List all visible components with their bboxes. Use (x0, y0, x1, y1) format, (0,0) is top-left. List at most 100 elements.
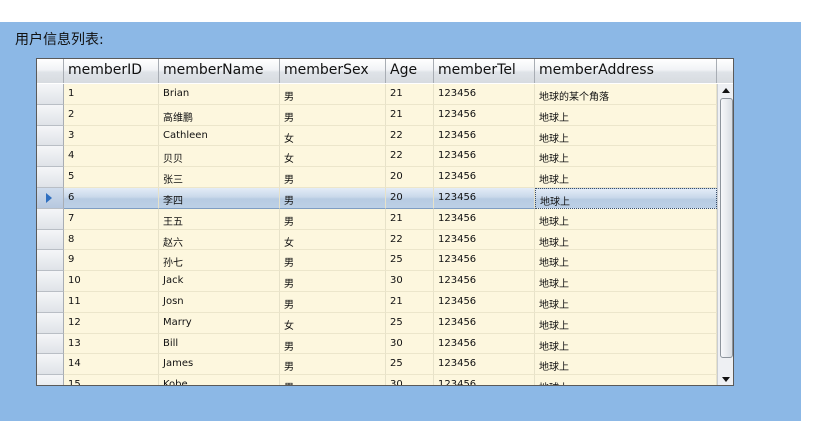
cell-memberid[interactable]: 13 (64, 333, 159, 355)
cell-memberid[interactable]: 12 (64, 312, 159, 334)
cell-membertel[interactable]: 123456 (434, 333, 535, 355)
cell-memberaddress[interactable]: 地球上 (535, 250, 717, 272)
table-row[interactable]: 4 贝贝女 22 123456 地球上 (37, 146, 717, 168)
cell-membername[interactable]: 高维鹏 (159, 104, 280, 126)
cell-age[interactable]: 30 (386, 333, 434, 355)
cell-membersex[interactable]: 女 (280, 312, 386, 334)
row-header[interactable] (37, 271, 64, 292)
table-row[interactable]: 15Kobe男30123456地球上 (37, 375, 717, 385)
cell-memberaddress[interactable]: 地球上 (535, 271, 717, 292)
table-row[interactable]: 6 李四男 20 123456 地球上 (37, 187, 717, 209)
cell-memberaddress[interactable]: 地球上 (535, 312, 717, 334)
row-header[interactable] (37, 333, 64, 355)
row-header[interactable] (37, 250, 64, 272)
cell-memberaddress[interactable]: 地球上 (535, 375, 717, 385)
cell-age[interactable]: 20 (386, 187, 434, 209)
cell-age[interactable]: 30 (386, 271, 434, 292)
cell-age[interactable]: 30 (386, 375, 434, 385)
table-row[interactable]: 3 Cathleen 女 22 123456 地球上 (37, 125, 717, 147)
cell-membertel[interactable]: 123456 (434, 229, 535, 251)
cell-membername[interactable]: James (159, 354, 280, 376)
cell-membersex[interactable]: 男 (280, 208, 386, 230)
cell-membername[interactable]: Cathleen (159, 125, 280, 147)
cell-memberaddress[interactable]: 地球上 (535, 104, 717, 126)
cell-membersex[interactable]: 男 (280, 84, 386, 105)
cell-membertel[interactable]: 123456 (434, 146, 535, 168)
cell-age[interactable]: 25 (386, 250, 434, 272)
cell-membertel[interactable]: 123456 (434, 250, 535, 272)
row-header[interactable] (37, 375, 64, 385)
row-header[interactable] (37, 187, 64, 209)
cell-membertel[interactable]: 123456 (434, 187, 535, 209)
cell-memberid[interactable]: 8 (64, 229, 159, 251)
cell-membertel[interactable]: 123456 (434, 84, 535, 105)
cell-membername[interactable]: 张三 (159, 167, 280, 188)
row-header[interactable] (37, 354, 64, 376)
row-header[interactable] (37, 125, 64, 147)
cell-membername[interactable]: 贝贝 (159, 146, 280, 168)
row-header[interactable] (37, 291, 64, 313)
cell-age[interactable]: 21 (386, 291, 434, 313)
cell-membername[interactable]: 赵六 (159, 229, 280, 251)
cell-membername[interactable]: Kobe (159, 375, 280, 385)
cell-age[interactable]: 22 (386, 125, 434, 147)
cell-memberaddress[interactable]: 地球上 (535, 229, 717, 251)
cell-membersex[interactable]: 男 (280, 375, 386, 385)
cell-memberaddress[interactable]: 地球上 (535, 208, 717, 230)
cell-memberaddress[interactable]: 地球上 (535, 354, 717, 376)
cell-membersex[interactable]: 男 (280, 333, 386, 355)
cell-membername[interactable]: 王五 (159, 208, 280, 230)
table-row[interactable]: 7 王五男 21 123456 地球上 (37, 208, 717, 230)
row-header[interactable] (37, 229, 64, 251)
cell-memberid[interactable]: 5 (64, 167, 159, 188)
table-row[interactable]: 10 Jack 男 30 123456 地球上 (37, 271, 717, 292)
cell-membersex[interactable]: 男 (280, 354, 386, 376)
row-header[interactable] (37, 146, 64, 168)
cell-membertel[interactable]: 123456 (434, 104, 535, 126)
cell-membertel[interactable]: 123456 (434, 354, 535, 376)
table-row[interactable]: 14 James 男 25 123456 地球上 (37, 354, 717, 376)
cell-membername[interactable]: Josn (159, 291, 280, 313)
column-header-membername[interactable]: memberName (159, 59, 280, 83)
cell-memberid[interactable]: 10 (64, 271, 159, 292)
cell-membersex[interactable]: 男 (280, 104, 386, 126)
row-header[interactable] (37, 208, 64, 230)
select-all-corner[interactable] (37, 59, 64, 83)
cell-age[interactable]: 22 (386, 229, 434, 251)
cell-membertel[interactable]: 123456 (434, 125, 535, 147)
cell-age[interactable]: 20 (386, 167, 434, 188)
cell-membertel[interactable]: 123456 (434, 375, 535, 385)
cell-membersex[interactable]: 男 (280, 271, 386, 292)
cell-membername[interactable]: 孙七 (159, 250, 280, 272)
table-row[interactable]: 11 Josn 男 21 123456 地球上 (37, 291, 717, 313)
column-header-memberaddress[interactable]: memberAddress (535, 59, 717, 83)
cell-memberid[interactable]: 15 (64, 375, 159, 385)
cell-memberid[interactable]: 11 (64, 291, 159, 313)
row-header[interactable] (37, 167, 64, 188)
cell-membertel[interactable]: 123456 (434, 312, 535, 334)
cell-age[interactable]: 25 (386, 312, 434, 334)
cell-memberid[interactable]: 6 (64, 187, 159, 209)
cell-membersex[interactable]: 男 (280, 291, 386, 313)
cell-membername[interactable]: Brian (159, 84, 280, 105)
row-header[interactable] (37, 84, 64, 105)
cell-memberid[interactable]: 4 (64, 146, 159, 168)
column-header-age[interactable]: Age (386, 59, 434, 83)
column-header-membersex[interactable]: memberSex (280, 59, 386, 83)
column-header-membertel[interactable]: memberTel (434, 59, 535, 83)
cell-membertel[interactable]: 123456 (434, 208, 535, 230)
table-row[interactable]: 12 Marry 女 25 123456 地球上 (37, 312, 717, 334)
cell-membertel[interactable]: 123456 (434, 291, 535, 313)
cell-memberid[interactable]: 14 (64, 354, 159, 376)
cell-memberaddress[interactable]: 地球上 (535, 187, 717, 209)
cell-membersex[interactable]: 女 (280, 146, 386, 168)
cell-membername[interactable]: Jack (159, 271, 280, 292)
table-row[interactable]: 8 赵六女 22 123456 地球上 (37, 229, 717, 251)
cell-membersex[interactable]: 女 (280, 229, 386, 251)
scroll-up-button[interactable] (718, 84, 733, 97)
table-row[interactable]: 13 Bill 男 30 123456 地球上 (37, 333, 717, 355)
cell-memberid[interactable]: 2 (64, 104, 159, 126)
cell-membersex[interactable]: 男 (280, 167, 386, 188)
table-row[interactable]: 9 孙七男 25 123456 地球上 (37, 250, 717, 272)
cell-memberaddress[interactable]: 地球上 (535, 291, 717, 313)
